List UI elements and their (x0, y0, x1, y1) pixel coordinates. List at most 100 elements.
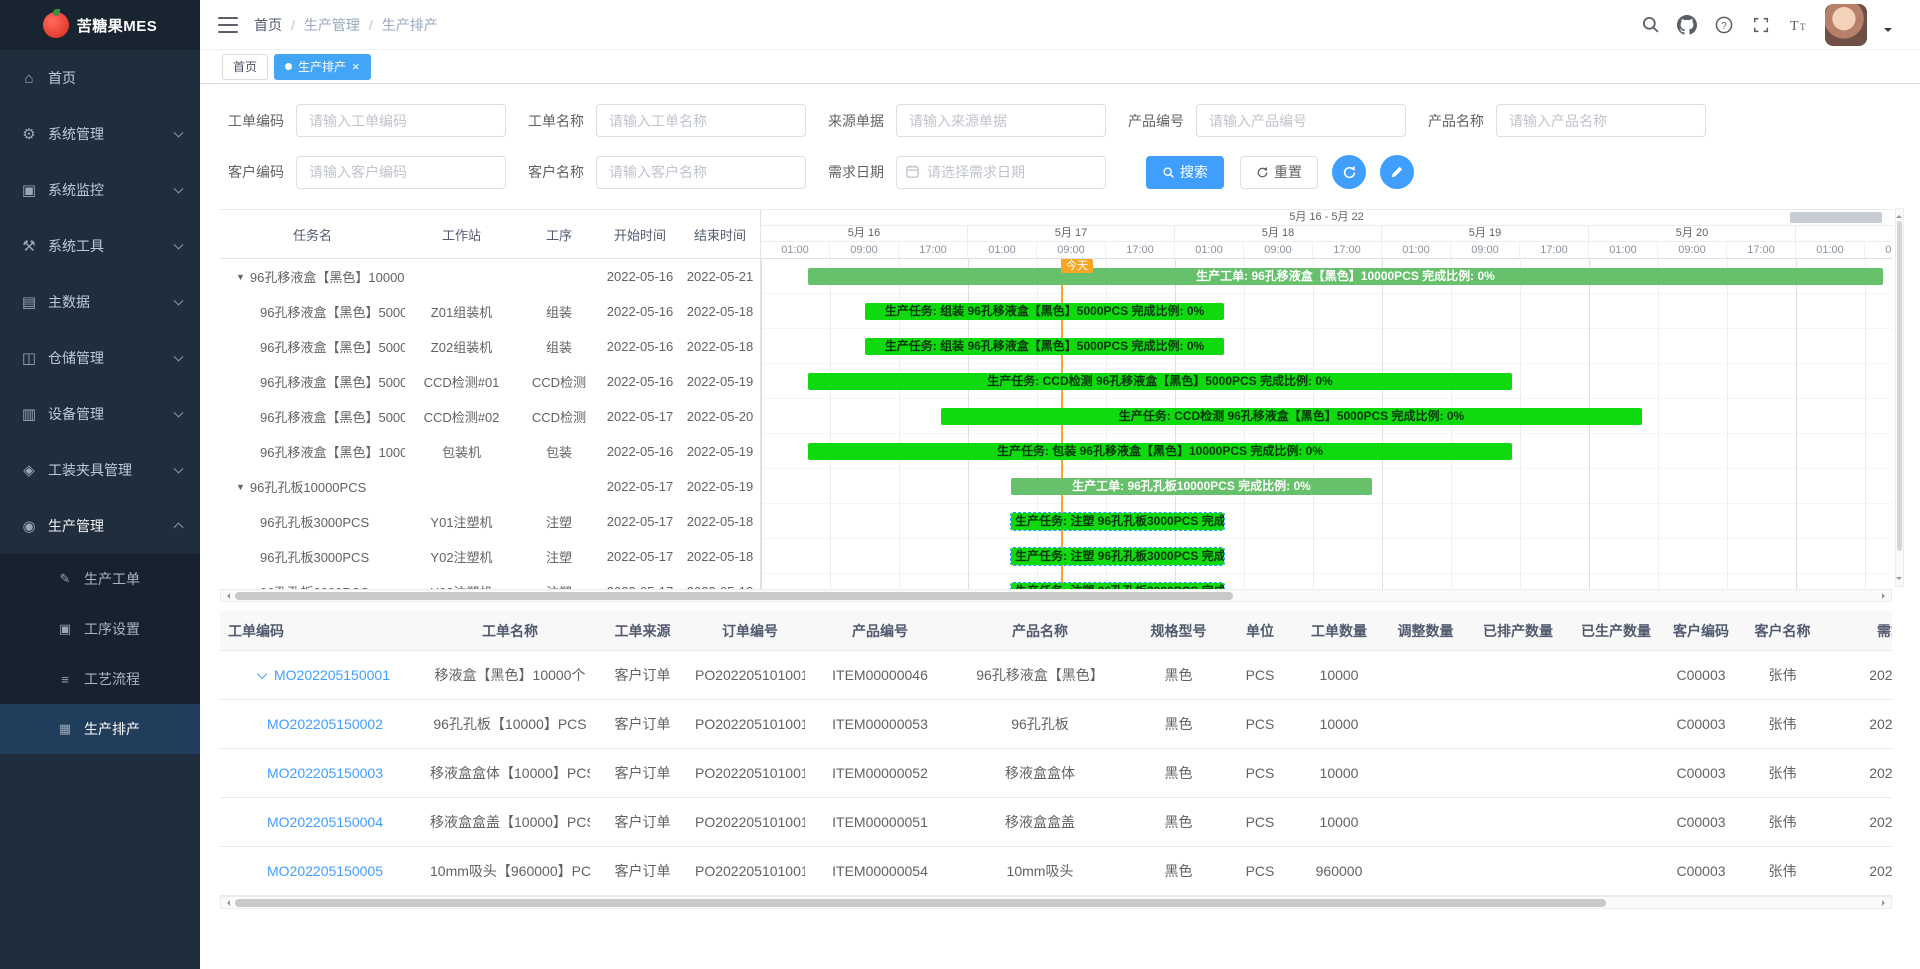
workorder-name-input[interactable] (596, 104, 806, 137)
gantt-task-bar[interactable]: 生产任务: 注塑 96孔孔板3000PCS 完成比例: 0% (1011, 583, 1224, 589)
tab-active-dot (285, 63, 292, 70)
calendar-icon (905, 164, 920, 179)
gantt-horizontal-scrollbar[interactable] (220, 589, 1892, 602)
sidebar-item-process-setting[interactable]: ▣工序设置 (0, 604, 200, 654)
workorder-link[interactable]: MO202205150003 (267, 765, 383, 781)
gear-icon: ⚙ (20, 125, 38, 143)
caret-down-icon[interactable] (1884, 28, 1892, 36)
logo[interactable]: 苦糖果MES (0, 0, 200, 50)
sidebar-item-tools[interactable]: ⚒系统工具 (0, 218, 200, 274)
sidebar-item-monitor[interactable]: ▣系统监控 (0, 162, 200, 218)
order-cell: 黑色 (1125, 665, 1232, 685)
gantt-task-bar[interactable]: 生产任务: 组装 96孔移液盒【黑色】5000PCS 完成比例: 0% (865, 338, 1224, 355)
hamburger-icon[interactable] (218, 17, 238, 33)
order-cell: PO202205101001 (695, 716, 805, 732)
help-icon[interactable]: ? (1714, 15, 1734, 35)
filter-row-2: 客户编码客户名称需求日期 搜索 重置 (228, 155, 1920, 189)
reset-button[interactable]: 重置 (1240, 156, 1318, 189)
sidebar-item-label: 设备管理 (48, 404, 104, 424)
gantt-task-row[interactable]: 96孔孔板3000PCSY02注塑机注塑2022-05-172022-05-18 (220, 539, 760, 574)
gantt-hour-header: 17:00 (1520, 242, 1589, 258)
gantt-task-bar[interactable]: 生产任务: 注塑 96孔孔板3000PCS 完成比例: 0% (1011, 548, 1224, 565)
collapse-icon[interactable]: ▼ (236, 272, 245, 282)
filter-label: 工单名称 (528, 111, 584, 131)
order-cell: PO202205101001 (695, 863, 805, 879)
sidebar-item-label: 系统工具 (48, 236, 104, 256)
gantt-workorder-bar[interactable]: 生产工单: 96孔孔板10000PCS 完成比例: 0% (1011, 478, 1372, 495)
customer-name-input[interactable] (596, 156, 806, 189)
sidebar-item-route[interactable]: ≡工艺流程 (0, 654, 200, 704)
gantt-task-end: 2022-05-21 (680, 269, 760, 284)
gantt-task-row[interactable]: 96孔移液盒【黑色】5000PCSZ02组装机组装2022-05-162022-… (220, 329, 760, 364)
scrollbar-thumb[interactable] (1897, 221, 1902, 551)
gantt-task-bar[interactable]: 生产任务: CCD检测 96孔移液盒【黑色】5000PCS 完成比例: 0% (808, 373, 1512, 390)
search-button[interactable]: 搜索 (1146, 156, 1224, 189)
sidebar-item-warehouse[interactable]: ◫仓储管理 (0, 330, 200, 386)
sidebar-item-home[interactable]: ⌂首页 (0, 50, 200, 106)
gantt-vertical-scrollbar[interactable] (1895, 208, 1904, 587)
table-horizontal-scrollbar[interactable] (220, 896, 1892, 909)
gantt-hour-header: 17:00 (1727, 242, 1796, 258)
gantt-task-row[interactable]: ▼96孔孔板10000PCS2022-05-172022-05-19 (220, 469, 760, 504)
gantt-task-row[interactable]: 96孔移液盒【黑色】5000PCSCCD检测#02CCD检测2022-05-17… (220, 399, 760, 434)
order-code-cell: MO202205150004 (220, 814, 430, 830)
workorder-link[interactable]: MO202205150005 (267, 863, 383, 879)
gantt-table-header: 任务名工作站工序开始时间结束时间 (220, 210, 760, 259)
fullscreen-icon[interactable] (1751, 15, 1771, 35)
workorder-link[interactable]: MO202205150001 (274, 667, 390, 683)
gantt-task-row[interactable]: ▼96孔移液盒【黑色】10000PCS2022-05-162022-05-21 (220, 259, 760, 294)
collapse-icon[interactable]: ▼ (236, 482, 245, 492)
gantt-workorder-bar[interactable]: 生产工单: 96孔移液盒【黑色】10000PCS 完成比例: 0% (808, 268, 1883, 285)
order-cell: 10000 (1288, 716, 1390, 732)
source-doc-input[interactable] (896, 104, 1106, 137)
product-code-input[interactable] (1196, 104, 1406, 137)
search-icon[interactable] (1640, 15, 1660, 35)
sidebar-item-equipment[interactable]: ▥设备管理 (0, 386, 200, 442)
refresh-button[interactable] (1332, 155, 1366, 189)
order-cell: C00003 (1657, 814, 1745, 830)
product-name-input[interactable] (1496, 104, 1706, 137)
scrollbar-thumb[interactable] (235, 899, 1606, 907)
user-avatar[interactable] (1825, 4, 1867, 46)
sidebar-item-system[interactable]: ⚙系统管理 (0, 106, 200, 162)
orders-col-header: 工单数量 (1288, 621, 1390, 641)
order-cell: 移液盒【黑色】10000个 (430, 665, 590, 685)
expand-row-icon[interactable] (257, 669, 267, 679)
gantt-task-bar[interactable]: 生产任务: 包装 96孔移液盒【黑色】10000PCS 完成比例: 0% (808, 443, 1512, 460)
font-size-icon[interactable]: TT (1788, 15, 1808, 35)
order-cell: PCS (1232, 765, 1288, 781)
gantt-task-row[interactable]: 96孔孔板3000PCSY01注塑机注塑2022-05-172022-05-18 (220, 504, 760, 539)
tab-0[interactable]: 首页 (222, 54, 268, 80)
gantt-task-table: 任务名工作站工序开始时间结束时间 ▼96孔移液盒【黑色】10000PCS2022… (220, 210, 760, 589)
tab-close-icon[interactable]: × (352, 60, 360, 73)
gantt-task-process: 注塑 (518, 512, 600, 531)
sidebar-item-workorder[interactable]: ✎生产工单 (0, 554, 200, 604)
gantt-task-bar[interactable]: 生产任务: 注塑 96孔孔板3000PCS 完成比例: 0% (1011, 513, 1224, 530)
scrollbar-thumb[interactable] (235, 592, 1233, 600)
sidebar-item-schedule[interactable]: ▦生产排产 (0, 704, 200, 754)
sidebar-item-master-data[interactable]: ▤主数据 (0, 274, 200, 330)
demand-date-input[interactable] (896, 156, 1106, 189)
timeline-scroll-thumb[interactable] (1790, 212, 1882, 223)
sidebar-item-production[interactable]: ◉生产管理 (0, 498, 200, 554)
workorder-link[interactable]: MO202205150004 (267, 814, 383, 830)
breadcrumb-separator: / (291, 17, 295, 33)
edit-button[interactable] (1380, 155, 1414, 189)
order-cell: 10000 (1288, 814, 1390, 830)
gantt-task-bar[interactable]: 生产任务: CCD检测 96孔移液盒【黑色】5000PCS 完成比例: 0% (941, 408, 1642, 425)
gantt-task-row[interactable]: 96孔移液盒【黑色】10000PCS包装机包装2022-05-162022-05… (220, 434, 760, 469)
breadcrumb-item[interactable]: 生产管理 (304, 15, 360, 35)
gantt-task-row[interactable]: 96孔移液盒【黑色】5000PCSZ01组装机组装2022-05-162022-… (220, 294, 760, 329)
workorder-link[interactable]: MO202205150002 (267, 716, 383, 732)
gantt-task-row[interactable]: 96孔移液盒【黑色】5000PCSCCD检测#01CCD检测2022-05-16… (220, 364, 760, 399)
sidebar-item-label: 生产管理 (48, 516, 104, 536)
tab-1[interactable]: 生产排产× (274, 54, 371, 80)
breadcrumb-item[interactable]: 首页 (254, 15, 282, 35)
sidebar-item-fixture[interactable]: ◈工装夹具管理 (0, 442, 200, 498)
customer-code-input[interactable] (296, 156, 506, 189)
workorder-code-input[interactable] (296, 104, 506, 137)
github-icon[interactable] (1677, 15, 1697, 35)
gantt-task-bar[interactable]: 生产任务: 组装 96孔移液盒【黑色】5000PCS 完成比例: 0% (865, 303, 1224, 320)
gantt-task-name: 96孔移液盒【黑色】5000PCS (220, 372, 405, 391)
gantt-task-row[interactable]: 96孔孔板3000PCSY03注塑机注塑2022-05-172022-05-18 (220, 574, 760, 589)
